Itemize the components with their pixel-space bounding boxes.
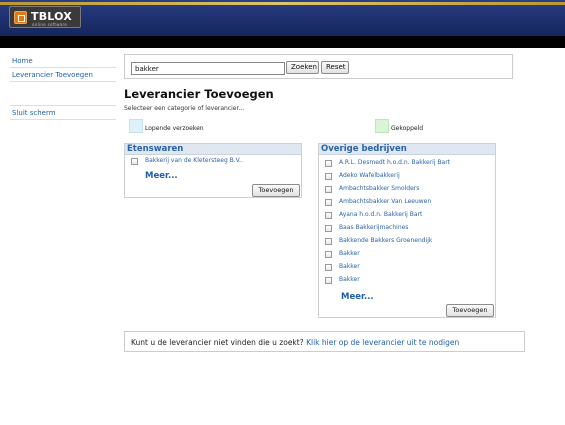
sidebar-spacer [10, 82, 116, 106]
reset-button[interactable]: Reset [321, 61, 349, 74]
list-item: Baas Bakkerijmachines [319, 222, 495, 235]
supplier-name[interactable]: Bakker [339, 263, 360, 270]
page-title: Leverancier Toevoegen [124, 87, 274, 101]
supplier-checkbox[interactable] [325, 238, 332, 245]
supplier-checkbox[interactable] [325, 277, 332, 284]
panel-title[interactable]: Etenswaren [125, 144, 301, 155]
search-bar: Zoeken Reset [124, 54, 513, 79]
list-item: Bakkende Bakkers Groenendijk [319, 235, 495, 248]
sidebar-item-sluit-scherm[interactable]: Sluit scherm [10, 106, 116, 120]
add-button[interactable]: Toevoegen [446, 304, 494, 317]
supplier-name[interactable]: Bakker [339, 276, 360, 283]
tblox-logo[interactable]: TBLOX online software [9, 6, 81, 28]
page-subtitle: Selecteer een categorie of leverancier..… [124, 105, 245, 112]
list-item: Bakker [319, 248, 495, 261]
add-button[interactable]: Toevoegen [252, 184, 300, 197]
supplier-name[interactable]: Ambachtsbakker Van Leeuwen [339, 198, 431, 205]
list-item: Bakker [319, 261, 495, 274]
panel-title[interactable]: Overige bedrijven [319, 144, 495, 155]
list-item: Adeko Wafelbakkerij [319, 170, 495, 183]
category-panel-overige-bedrijven: Overige bedrijven A.R.L. Desmedt h.o.d.n… [318, 143, 496, 318]
supplier-name[interactable]: Ambachtsbakker Smolders [339, 185, 419, 192]
legend-pending-label: Lopende verzoeken [145, 125, 204, 132]
legend-linked-label: Gekoppeld [391, 125, 424, 132]
supplier-checkbox[interactable] [325, 251, 332, 258]
supplier-name[interactable]: Bakker [339, 250, 360, 257]
list-item: Ayana h.o.d.n. Bakkerij Bart [319, 209, 495, 222]
more-link[interactable]: Meer... [341, 292, 374, 302]
invite-question: Kunt u de leverancier niet vinden die u … [131, 338, 307, 347]
supplier-checkbox[interactable] [325, 160, 332, 167]
supplier-name[interactable]: Bakkerij van de Kletersteeg B.V.. [145, 157, 243, 164]
more-link[interactable]: Meer... [145, 171, 178, 181]
legend-pending-swatch [129, 119, 143, 133]
supplier-checkbox[interactable] [325, 264, 332, 271]
sidebar-item-home[interactable]: Home [10, 54, 116, 68]
sidebar-item-leverancier-toevoegen[interactable]: Leverancier Toevoegen [10, 68, 116, 82]
search-input[interactable] [131, 62, 285, 75]
invite-supplier-box: Kunt u de leverancier niet vinden die u … [124, 331, 525, 352]
list-item: Ambachtsbakker Smolders [319, 183, 495, 196]
list-item: Bakkerij van de Kletersteeg B.V.. [125, 155, 301, 168]
logo-subtext: online software [32, 22, 68, 27]
search-button[interactable]: Zoeken [286, 61, 319, 74]
supplier-name[interactable]: Ayana h.o.d.n. Bakkerij Bart [339, 211, 422, 218]
supplier-name[interactable]: Baas Bakkerijmachines [339, 224, 408, 231]
app-header: TBLOX online software [0, 0, 565, 36]
supplier-checkbox[interactable] [325, 173, 332, 180]
supplier-name[interactable]: Adeko Wafelbakkerij [339, 172, 400, 179]
supplier-name[interactable]: A.R.L. Desmedt h.o.d.n. Bakkerij Bart [339, 159, 450, 166]
invite-link[interactable]: Klik hier op de leverancier uit te nodig… [306, 338, 459, 347]
supplier-checkbox[interactable] [131, 158, 138, 165]
header-stripe [0, 2, 565, 5]
supplier-checkbox[interactable] [325, 199, 332, 206]
list-item: A.R.L. Desmedt h.o.d.n. Bakkerij Bart [319, 157, 495, 170]
supplier-checkbox[interactable] [325, 225, 332, 232]
top-nav-bar [0, 36, 565, 48]
supplier-name[interactable]: Bakkende Bakkers Groenendijk [339, 237, 432, 244]
list-item: Ambachtsbakker Van Leeuwen [319, 196, 495, 209]
legend-linked-swatch [375, 119, 389, 133]
list-item: Bakker [319, 274, 495, 287]
category-panel-etenswaren: Etenswaren Bakkerij van de Kletersteeg B… [124, 143, 302, 198]
supplier-checkbox[interactable] [325, 212, 332, 219]
logo-icon [14, 11, 27, 24]
sidebar: Home Leverancier Toevoegen Sluit scherm [10, 54, 116, 120]
invite-text: Kunt u de leverancier niet vinden die u … [131, 338, 459, 347]
supplier-checkbox[interactable] [325, 186, 332, 193]
